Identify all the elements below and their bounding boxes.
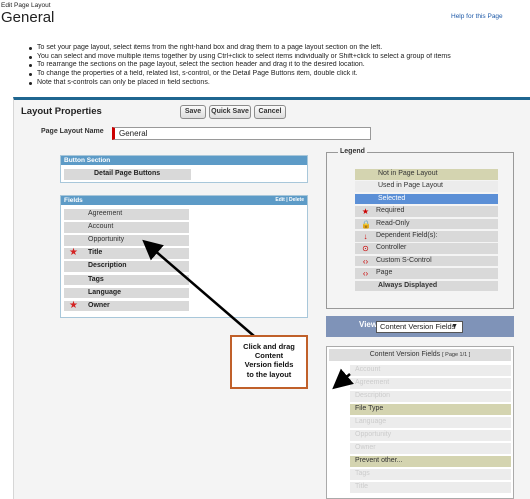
callout-line: Click and drag <box>243 342 295 351</box>
callout-line: Content <box>254 351 284 361</box>
arrow-from-palette-icon <box>332 368 354 390</box>
arrow-to-fields-icon <box>142 239 255 337</box>
callout-line: Version fields <box>244 360 294 370</box>
annotation-arrows <box>142 239 354 390</box>
callout-line: to the layout <box>246 369 292 379</box>
drag-callout: Click and drag Content Version fields to… <box>230 335 308 389</box>
